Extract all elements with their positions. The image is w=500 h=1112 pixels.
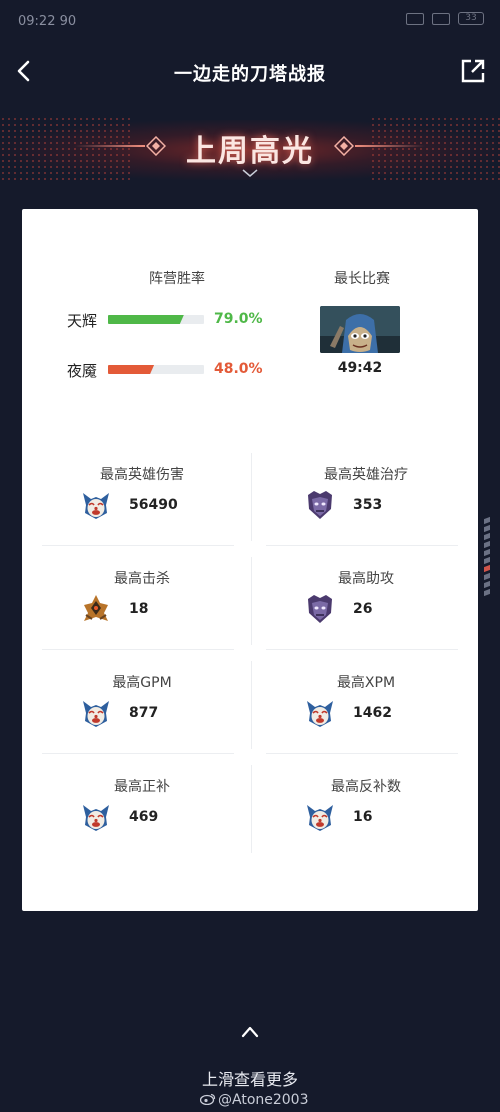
page-title: 一边走的刀塔战报 <box>174 64 326 85</box>
weekly-highlights-card: 阵营胜率 最长比赛 天辉 79.0% 夜魇 48.0% 49:42 最高英雄伤害… <box>22 209 478 911</box>
stat-cell[interactable]: 最高GPM 877 <box>42 661 242 753</box>
scroll-tick <box>484 588 490 597</box>
stat-value: 16 <box>353 809 373 825</box>
clown-hero-icon <box>304 697 336 729</box>
win-rate-bar <box>108 365 204 374</box>
longest-game-duration: 49:42 <box>337 360 383 376</box>
armored-hero-icon <box>80 593 112 625</box>
scroll-tick <box>484 580 490 589</box>
scroll-tick <box>484 556 490 565</box>
watermark: @Atone2003 <box>200 1092 309 1108</box>
stat-value: 18 <box>129 601 149 617</box>
scroll-tick <box>484 548 490 557</box>
stat-cell[interactable]: 最高英雄治疗 353 <box>266 453 466 545</box>
wifi-icon <box>432 12 450 25</box>
stat-value: 877 <box>129 705 159 721</box>
stat-label: 最高GPM <box>112 675 172 691</box>
stat-label: 最高反补数 <box>331 779 401 795</box>
stat-label: 最高XPM <box>336 675 396 691</box>
stat-value: 26 <box>353 601 373 617</box>
faction-label: 天辉 <box>67 312 98 330</box>
stat-value: 353 <box>353 497 383 513</box>
stat-divider-horizontal <box>266 649 458 650</box>
scroll-tick <box>484 540 490 549</box>
stat-cell[interactable]: 最高击杀 18 <box>42 557 242 649</box>
stat-divider-horizontal <box>42 545 234 546</box>
clown-hero-icon <box>304 801 336 833</box>
share-button[interactable] <box>460 58 486 84</box>
meepo-hero-portrait-icon <box>320 306 400 353</box>
page-scroll-indicator[interactable] <box>484 516 492 600</box>
win-rate-row-dire: 夜魇 48.0% <box>67 360 277 380</box>
clown-hero-icon <box>80 697 112 729</box>
stat-label: 最高英雄伤害 <box>100 467 184 483</box>
stat-divider-horizontal <box>42 649 234 650</box>
longest-game-title: 最长比赛 <box>334 271 390 287</box>
status-icons: 33 <box>406 12 484 25</box>
stat-label: 最高英雄治疗 <box>324 467 408 483</box>
stat-value: 1462 <box>353 705 392 721</box>
stat-cell[interactable]: 最高英雄伤害 56490 <box>42 453 242 545</box>
battery-icon: 33 <box>458 12 484 25</box>
scroll-tick <box>484 532 490 541</box>
stat-divider-vertical <box>251 557 252 645</box>
stat-value: 56490 <box>129 497 178 513</box>
clown-hero-icon <box>80 801 112 833</box>
stat-cell[interactable]: 最高助攻 26 <box>266 557 466 649</box>
nav-bar: 一边走的刀塔战报 <box>0 48 500 96</box>
stat-label: 最高击杀 <box>114 571 170 587</box>
stat-value: 469 <box>129 809 159 825</box>
stat-cell[interactable]: 最高正补 469 <box>42 765 242 857</box>
shadow-demon-hero-icon <box>304 489 336 521</box>
weibo-logo-icon <box>200 1093 216 1105</box>
signal-icon <box>406 12 424 25</box>
watermark-text: @Atone2003 <box>218 1092 309 1108</box>
swipe-up-hint[interactable]: 上滑查看更多 <box>0 1066 500 1090</box>
stat-label: 最高助攻 <box>338 571 394 587</box>
scroll-tick <box>484 516 490 525</box>
longest-game-hero-thumbnail[interactable] <box>320 306 400 353</box>
chevron-up-icon[interactable] <box>240 1025 260 1039</box>
win-rate-row-radiant: 天辉 79.0% <box>67 310 277 330</box>
stat-divider-horizontal <box>42 753 234 754</box>
win-rate-percent: 48.0% <box>214 361 263 377</box>
status-bar: 09:22 90 33 <box>0 0 500 40</box>
stat-divider-vertical <box>251 453 252 541</box>
stat-divider-horizontal <box>266 753 458 754</box>
scroll-tick <box>484 572 490 581</box>
scroll-tick-active <box>484 564 490 573</box>
win-rate-title: 阵营胜率 <box>149 271 205 287</box>
win-rate-bar-fill <box>108 365 154 374</box>
shadow-demon-hero-icon <box>304 593 336 625</box>
chevron-down-icon <box>242 169 258 177</box>
scroll-tick <box>484 524 490 533</box>
status-time: 09:22 90 <box>18 14 77 29</box>
section-banner: 上周高光 <box>0 110 500 190</box>
banner-title: 上周高光 <box>186 134 314 169</box>
faction-label: 夜魇 <box>67 362 98 380</box>
stat-divider-vertical <box>251 765 252 853</box>
clown-hero-icon <box>80 489 112 521</box>
stat-cell[interactable]: 最高反补数 16 <box>266 765 466 857</box>
stat-divider-vertical <box>251 661 252 749</box>
stat-label: 最高正补 <box>114 779 170 795</box>
win-rate-percent: 79.0% <box>214 311 263 327</box>
win-rate-bar <box>108 315 204 324</box>
share-icon <box>461 59 485 83</box>
stat-divider-horizontal <box>266 545 458 546</box>
win-rate-bar-fill <box>108 315 184 324</box>
stat-cell[interactable]: 最高XPM 1462 <box>266 661 466 753</box>
